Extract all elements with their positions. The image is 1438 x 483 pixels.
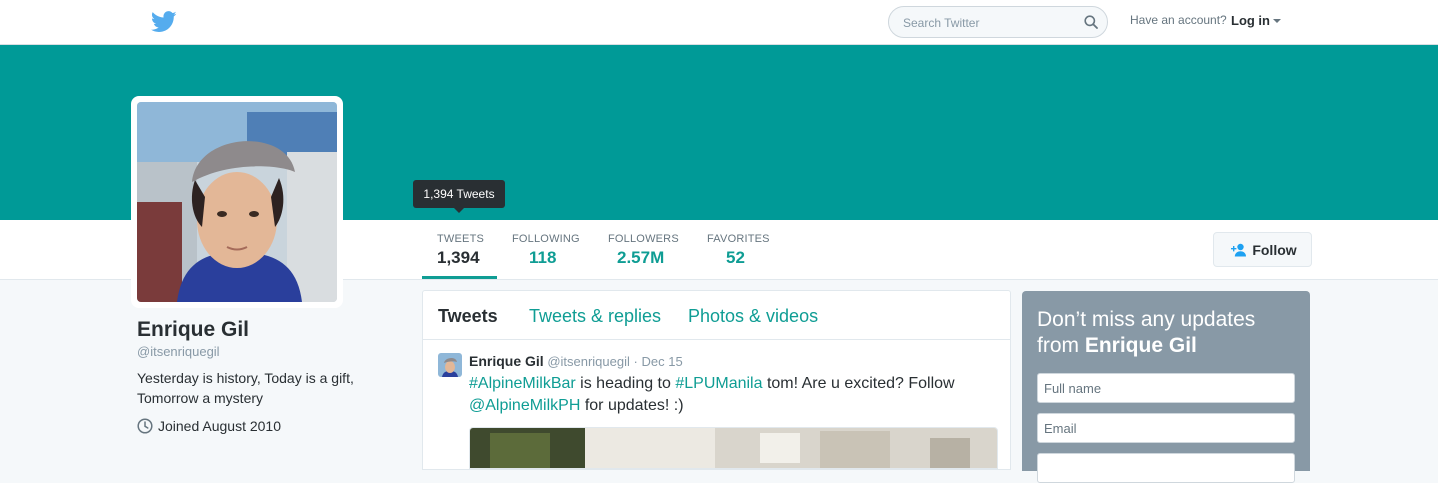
clock-icon bbox=[137, 418, 153, 434]
stat-followers-value: 2.57M bbox=[617, 248, 665, 267]
follow-button-label: Follow bbox=[1252, 241, 1297, 258]
stat-following-value: 118 bbox=[529, 248, 557, 267]
signup-heading-name: Enrique Gil bbox=[1084, 334, 1197, 357]
email-field[interactable] bbox=[1037, 413, 1295, 443]
bio-line: Yesterday is history, Today is a gift, bbox=[137, 370, 354, 386]
active-stat-underline bbox=[422, 276, 497, 279]
profile-handle[interactable]: @itsenriquegil bbox=[137, 344, 220, 359]
signup-panel: Don’t miss any updates from Enrique Gil bbox=[1022, 291, 1310, 483]
timeline-tabs: Tweets Tweets & replies Photos & videos bbox=[423, 291, 1010, 340]
avatar[interactable] bbox=[137, 102, 337, 302]
stat-followers-label: FOLLOWERS bbox=[608, 233, 679, 245]
tweet-media-photo bbox=[470, 428, 997, 468]
tweet-author-name[interactable]: Enrique Gil bbox=[469, 353, 544, 369]
tweet-text: #AlpineMilkBar is heading to #LPUManila … bbox=[469, 373, 989, 417]
profile-name[interactable]: Enrique Gil bbox=[137, 318, 249, 342]
profile-bio: Yesterday is history, Today is a gift, T… bbox=[137, 368, 397, 408]
mention-link[interactable]: @AlpineMilkPH bbox=[469, 397, 580, 414]
hashtag-link[interactable]: #LPUManila bbox=[675, 375, 762, 392]
stat-tweets-label: TWEETS bbox=[437, 233, 485, 245]
tweet-date[interactable]: Dec 15 bbox=[641, 354, 682, 369]
tweets-tooltip: 1,394 Tweets bbox=[413, 180, 505, 208]
tweet-avatar-photo bbox=[438, 353, 462, 377]
tweet-header: Enrique Gil @itsenriquegil · Dec 15 bbox=[469, 353, 683, 369]
signup-heading: Don’t miss any updates from Enrique Gil bbox=[1037, 307, 1297, 359]
tweet-text-segment: tom! Are u excited? Follow bbox=[762, 375, 955, 392]
joined-text: Joined August 2010 bbox=[158, 418, 281, 434]
twitter-bird-icon[interactable] bbox=[151, 11, 177, 33]
hashtag-link[interactable]: #AlpineMilkBar bbox=[469, 375, 576, 392]
search-input[interactable] bbox=[901, 13, 1075, 33]
follow-button[interactable]: Follow bbox=[1213, 232, 1312, 267]
search-box[interactable] bbox=[888, 6, 1108, 38]
tab-tweets-and-replies[interactable]: Tweets & replies bbox=[529, 306, 661, 327]
tweet-text-segment: is heading to bbox=[575, 375, 676, 392]
tweet-separator: · bbox=[633, 354, 638, 369]
login-link[interactable]: Log in bbox=[1231, 13, 1270, 28]
stat-favorites-value: 52 bbox=[726, 248, 745, 267]
caret-down-icon[interactable] bbox=[1273, 19, 1281, 23]
tab-photos-and-videos[interactable]: Photos & videos bbox=[688, 306, 818, 327]
tooltip-arrow bbox=[454, 208, 464, 213]
full-name-field[interactable] bbox=[1037, 373, 1295, 403]
avatar-photo bbox=[137, 102, 337, 302]
stat-favorites-label: FAVORITES bbox=[707, 233, 770, 245]
stat-tweets-value: 1,394 bbox=[437, 248, 480, 267]
bio-line: Tomorrow a mystery bbox=[137, 390, 264, 406]
tweet-media-image[interactable] bbox=[469, 427, 998, 469]
tweet-author-handle[interactable]: @itsenriquegil bbox=[547, 354, 630, 369]
add-user-icon bbox=[1231, 243, 1247, 256]
joined-date: Joined August 2010 bbox=[137, 418, 281, 434]
tweet-text-segment: for updates! :) bbox=[580, 397, 684, 414]
account-prompt: Have an account? bbox=[1130, 13, 1227, 27]
tab-tweets[interactable]: Tweets bbox=[438, 306, 498, 327]
top-navigation-bar: Have an account? Log in bbox=[0, 0, 1438, 45]
timeline-panel: Tweets Tweets & replies Photos & videos … bbox=[422, 290, 1011, 470]
search-icon[interactable] bbox=[1084, 15, 1098, 29]
stat-following-label: FOLLOWING bbox=[512, 233, 580, 245]
profile-avatar-frame bbox=[131, 96, 343, 308]
tweet-avatar[interactable] bbox=[438, 353, 462, 377]
